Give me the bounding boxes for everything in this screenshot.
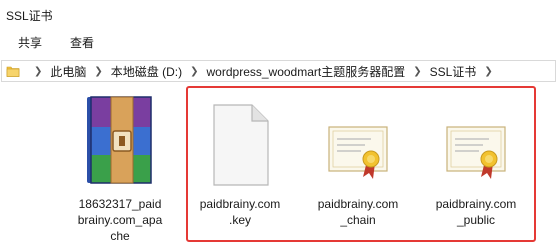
file-name: paidbrainy.com _chain — [317, 197, 399, 227]
chevron-right-icon[interactable]: ❯ — [413, 66, 421, 77]
file-name: paidbrainy.com .key — [199, 197, 281, 227]
file-item-public[interactable]: paidbrainy.com _public — [426, 96, 526, 228]
title-bar: SSL证书 — [0, 0, 560, 28]
breadcrumb-ssl-folder[interactable]: SSL证书 — [430, 63, 477, 80]
file-item-key[interactable]: paidbrainy.com .key — [190, 96, 290, 228]
chevron-right-icon[interactable]: ❯ — [94, 66, 102, 77]
winrar-archive-icon — [83, 93, 157, 192]
file-item-archive[interactable]: 18632317_paid brainy.com_apa che — [70, 96, 170, 244]
ribbon: 共享 查看 — [0, 28, 560, 54]
address-area: ❯ 此电脑 ❯ 本地磁盘 (D:) ❯ wordpress_woodmart主题… — [0, 54, 560, 88]
tab-view[interactable]: 查看 — [70, 34, 94, 51]
window-title: SSL证书 — [6, 9, 53, 23]
breadcrumb-wordpress-folder[interactable]: wordpress_woodmart主题服务器配置 — [207, 63, 406, 80]
tab-share[interactable]: 共享 — [18, 34, 42, 51]
blank-file-icon — [208, 103, 272, 192]
file-item-chain[interactable]: paidbrainy.com _chain — [308, 96, 408, 228]
file-name: 18632317_paid brainy.com_apa che — [77, 197, 163, 243]
chevron-right-icon[interactable]: ❯ — [190, 66, 198, 77]
certificate-icon — [325, 117, 391, 192]
certificate-icon — [443, 117, 509, 192]
chevron-right-icon[interactable]: ❯ — [484, 66, 492, 77]
breadcrumb: ❯ 此电脑 ❯ 本地磁盘 (D:) ❯ wordpress_woodmart主题… — [26, 61, 501, 81]
breadcrumb-this-pc[interactable]: 此电脑 — [50, 63, 86, 80]
folder-icon — [6, 64, 20, 83]
breadcrumb-local-disk[interactable]: 本地磁盘 (D:) — [111, 63, 182, 80]
address-bar[interactable]: ❯ 此电脑 ❯ 本地磁盘 (D:) ❯ wordpress_woodmart主题… — [1, 60, 556, 82]
chevron-right-icon[interactable]: ❯ — [34, 66, 42, 77]
file-name: paidbrainy.com _public — [435, 197, 517, 227]
